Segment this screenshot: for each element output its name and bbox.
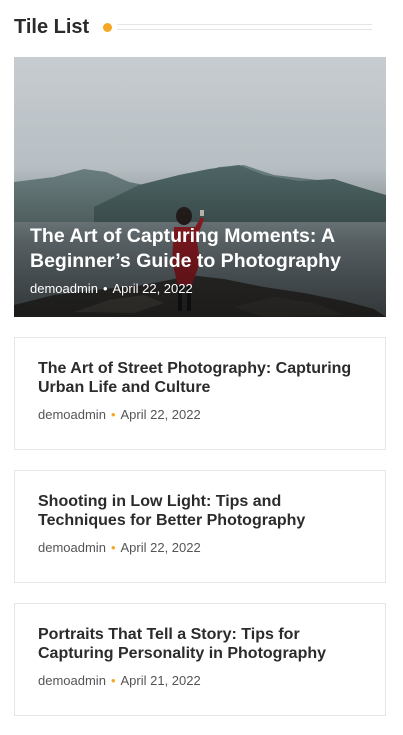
post-title-link[interactable]: The Art of Street Photography: Capturing… [38,360,365,397]
widget-title: Tile List [14,16,90,38]
tile-list-widget: Tile List The Art of Capturing Moments: … [0,0,403,735]
post-meta: demoadmin • April 22, 2022 [38,539,201,556]
post-author-link[interactable]: demoadmin [38,673,106,688]
post-author-link[interactable]: demoadmin [30,281,98,296]
post-author-link[interactable]: demoadmin [38,407,106,422]
post-date-link[interactable]: April 22, 2022 [113,281,193,296]
post-title-link[interactable]: Shooting in Low Light: Tips and Techniqu… [38,493,365,530]
post-meta: demoadmin • April 21, 2022 [38,672,201,689]
post-card: Shooting in Low Light: Tips and Techniqu… [14,470,386,583]
post-date-link[interactable]: April 21, 2022 [121,673,201,688]
meta-separator: • [110,540,116,555]
featured-post-title[interactable]: The Art of Capturing Moments: A Beginner… [30,224,370,274]
meta-separator: • [102,281,108,296]
post-date-link[interactable]: April 22, 2022 [121,540,201,555]
featured-post-tile[interactable]: The Art of Capturing Moments: A Beginner… [14,57,386,317]
post-title-link[interactable]: Portraits That Tell a Story: Tips for Ca… [38,626,365,663]
post-date-link[interactable]: April 22, 2022 [121,407,201,422]
post-card: Portraits That Tell a Story: Tips for Ca… [14,603,386,716]
title-accent-dot [103,23,112,32]
featured-post-meta: demoadmin • April 22, 2022 [30,280,193,298]
widget-header: Tile List [14,14,372,40]
post-author-link[interactable]: demoadmin [38,540,106,555]
meta-separator: • [110,407,116,422]
meta-separator: • [110,673,116,688]
title-divider-line [117,24,372,30]
post-meta: demoadmin • April 22, 2022 [38,406,201,423]
post-card: The Art of Street Photography: Capturing… [14,337,386,450]
